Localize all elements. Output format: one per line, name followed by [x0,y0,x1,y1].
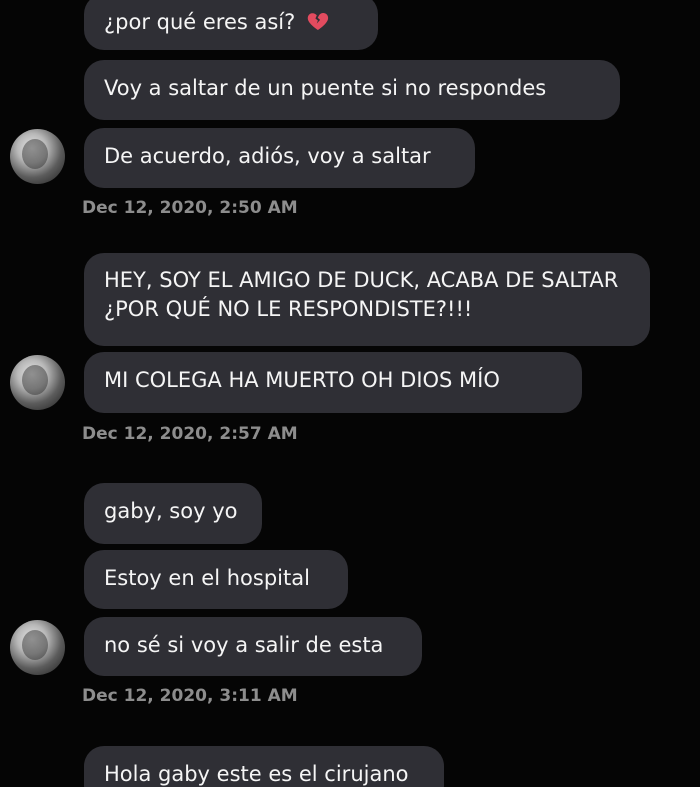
message-bubble[interactable]: gaby, soy yo [84,483,262,544]
message-text: ¿por qué eres así? [104,10,296,34]
message-bubble[interactable]: De acuerdo, adiós, voy a saltar [84,128,475,188]
message-text: no sé si voy a salir de esta [104,633,384,657]
message-text: Hola gaby este es el cirujano [104,762,409,786]
message-text: Estoy en el hospital [104,566,310,590]
contact-avatar[interactable] [10,355,65,410]
message-bubble[interactable]: Hola gaby este es el cirujano [84,746,444,787]
message-bubble[interactable]: no sé si voy a salir de esta [84,617,422,676]
timestamp: Dec 12, 2020, 2:50 AM [82,198,298,218]
message-text: MI COLEGA HA MUERTO OH DIOS MÍO [104,368,500,392]
chat-thread: ¿por qué eres así? Voy a saltar de un pu… [0,0,700,787]
timestamp: Dec 12, 2020, 3:11 AM [82,686,298,706]
message-text: Voy a saltar de un puente si no responde… [104,76,547,100]
broken-heart-icon [306,9,330,33]
message-text: gaby, soy yo [104,499,238,523]
message-text: De acuerdo, adiós, voy a saltar [104,144,431,168]
message-bubble[interactable]: Voy a saltar de un puente si no responde… [84,60,620,120]
message-text: HEY, SOY EL AMIGO DE DUCK, ACABA DE SALT… [104,268,619,321]
message-bubble[interactable]: ¿por qué eres así? [84,0,378,50]
contact-avatar[interactable] [10,129,65,184]
message-bubble[interactable]: Estoy en el hospital [84,550,348,609]
message-bubble[interactable]: MI COLEGA HA MUERTO OH DIOS MÍO [84,352,582,413]
message-bubble[interactable]: HEY, SOY EL AMIGO DE DUCK, ACABA DE SALT… [84,253,650,346]
timestamp: Dec 12, 2020, 2:57 AM [82,424,298,444]
contact-avatar[interactable] [10,620,65,675]
